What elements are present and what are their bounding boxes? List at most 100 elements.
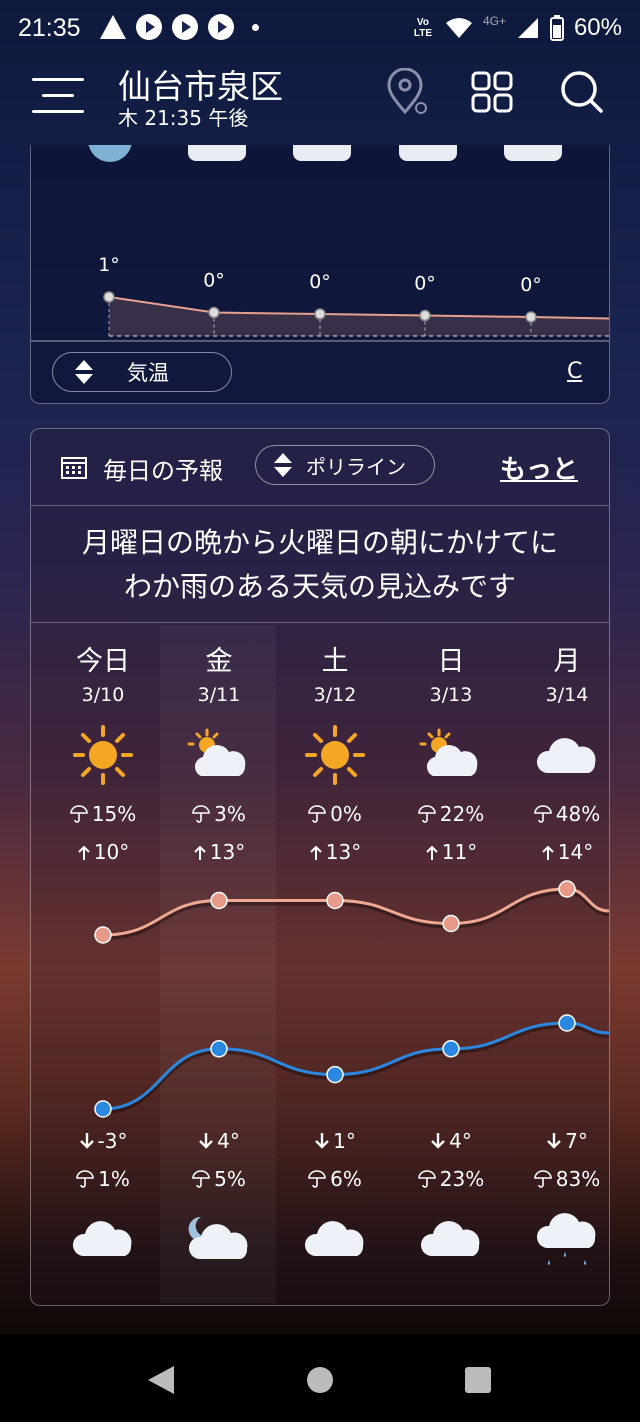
location-title[interactable]: 仙台市泉区 [118,60,283,108]
system-navigation-bar [0,1334,640,1422]
hourly-forecast-card: 1° 0° 0° 0° 0° 気温 C [30,145,610,404]
low-temperature: -3° [45,1129,161,1153]
signal-icon [517,18,538,38]
low-temp-point [326,1065,344,1084]
calendar-icon [61,457,87,479]
cloud-icon [277,1207,393,1269]
hourly-temp-point [419,309,431,322]
network-type-label: 4G+ [482,14,506,28]
daily-forecast-header: 毎日の予報 ポリライン もっと [31,429,609,506]
hourly-metric-selector[interactable]: 気温 [52,352,232,392]
app-bar: 仙台市泉区 木 21:35 午後 [0,60,640,145]
home-icon[interactable] [306,1366,334,1394]
arrow-up-icon [193,840,210,864]
arrow-up-icon [425,840,442,864]
night-precipitation: 23% [393,1167,509,1191]
menu-icon[interactable] [32,76,84,116]
arrow-up-icon [309,840,326,864]
high-temperature: 14° [509,840,625,864]
low-temp-line-shadow [102,1023,610,1114]
hourly-metric-label: 気温 [127,361,169,385]
umbrella-icon [192,1167,214,1191]
daily-forecast-summary: 月曜日の晩から火曜日の朝にかけてに わか雨のある天気の見込みです [31,507,609,623]
arrow-down-icon [430,1129,449,1153]
high-temperature: 10° [45,840,161,864]
battery-icon [549,15,564,41]
day-name: 月 [553,646,581,677]
status-time: 21:35 [18,14,81,42]
arrow-down-icon [198,1129,217,1153]
more-notifications-icon [252,23,259,31]
day-column[interactable]: 土 3/12 0% 13° 1° 6% [277,639,393,1256]
low-temp-point [442,1040,460,1058]
daily-forecast-card: 毎日の予報 ポリライン もっと 月曜日の晩から火曜日の朝にかけてに わか雨のある… [30,428,610,1306]
location-pin-icon[interactable] [385,68,429,118]
hourly-weather-icon [504,145,562,161]
search-icon[interactable] [558,68,606,116]
umbrella-icon [417,1167,440,1191]
day-column[interactable]: 月 3/14 48% 14° 7° 83% [509,639,625,1265]
sun-icon [45,720,161,790]
high-temp-point [326,891,344,910]
hourly-temp-point [208,306,220,319]
day-precipitation: 0% [277,802,393,826]
day-precipitation: 22% [393,802,509,826]
cloud-icon [393,1207,509,1269]
partly-cloudy-icon [161,720,277,790]
hourly-temp-point [525,311,537,323]
unit-toggle-link[interactable]: C [567,359,582,384]
day-date: 3/14 [545,684,589,706]
hourly-weather-icon [88,145,132,162]
high-temp-point [94,926,112,944]
day-precipitation: 15% [45,802,161,826]
status-right: Vo LTE 4G+ 60% [411,14,622,42]
day-column[interactable]: 金 3/11 3% 13° 4° 5% [161,639,277,1259]
summary-line: わか雨のある天気の見込みです [123,570,516,603]
back-icon[interactable] [146,1364,176,1396]
hourly-temp-label: 0° [414,273,436,295]
daily-temperature-chart [94,880,610,1118]
high-temperature: 11° [393,840,509,864]
rain-icon [509,1207,625,1269]
play-notification-icon [136,14,162,40]
umbrella-icon [533,1167,556,1191]
sun-icon [277,720,393,790]
hourly-temp-label: 0° [520,274,542,296]
play-notification-icon [208,14,234,40]
day-date: 3/11 [197,684,241,706]
battery-percent: 60% [573,14,622,41]
hourly-weather-icon [293,145,351,161]
night-precipitation: 1% [45,1167,161,1191]
umbrella-icon [69,802,92,826]
hourly-temp-point [103,291,115,303]
cloud-icon [509,720,625,790]
hourly-temp-label: 1° [98,254,120,276]
umbrella-icon [308,1167,330,1191]
low-temperature: 4° [393,1129,509,1153]
day-date: 3/12 [313,684,357,706]
day-date: 3/13 [429,684,473,706]
notification-icons [100,14,259,40]
daily-view-selector[interactable]: ポリライン [255,445,435,485]
location-datetime: 木 21:35 午後 [118,106,249,130]
cloudy-night-icon [161,1207,277,1269]
daily-view-label: ポリライン [306,454,406,479]
day-date: 3/10 [81,684,125,706]
hourly-temp-label: 0° [309,271,331,293]
umbrella-icon [192,802,214,826]
wifi-icon [445,18,472,38]
high-temp-point [210,891,228,910]
arrow-up-icon [77,840,94,864]
day-column[interactable]: 日 3/13 22% 11° 4° 23% [393,639,509,1256]
low-temp-point [210,1040,228,1058]
warning-icon [100,15,126,39]
grid-icon[interactable] [470,70,514,114]
umbrella-icon [308,802,330,826]
play-notification-icon [172,14,198,40]
day-column[interactable]: 今日 3/10 15% 10° -3° 1% [45,639,161,1256]
more-link[interactable]: もっと [500,449,578,486]
recents-icon[interactable] [464,1366,492,1394]
arrow-down-icon [79,1129,98,1153]
high-temp-point [558,880,576,898]
arrow-up-icon [541,840,558,864]
